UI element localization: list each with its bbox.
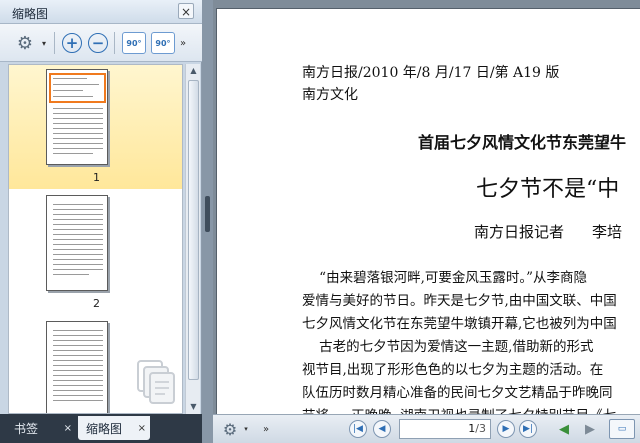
article-subheadline: 七夕节不是“中 xyxy=(476,177,620,202)
panel-splitter[interactable] xyxy=(202,0,213,443)
source-line: 南方日报/2010 年/8 月/17 日/第 A19 版 xyxy=(302,65,560,81)
back-arrow-icon[interactable]: ◀ xyxy=(553,420,575,438)
thumbnail-page-1[interactable]: 1 xyxy=(9,65,182,189)
scrollbar-handle[interactable] xyxy=(188,80,199,380)
splitter-grip[interactable] xyxy=(205,196,210,232)
document-view: 南方日报/2010 年/8 月/17 日/第 A19 版 南方文化 首届七夕风情… xyxy=(213,0,640,443)
article-headline: 首届七夕风情文化节东莞望牛 xyxy=(418,133,627,152)
panel-header: 缩略图 × xyxy=(0,0,202,24)
page-thumbnail-image xyxy=(46,195,108,291)
chevron-down-icon[interactable]: ▾ xyxy=(39,32,49,54)
total-pages: /3 xyxy=(475,422,486,435)
article-byline: 南方日报记者 李培 xyxy=(474,221,622,242)
forward-arrow-icon[interactable]: ▶ xyxy=(579,420,601,438)
thumbnail-page-number: 2 xyxy=(93,297,100,310)
pages-watermark-icon xyxy=(137,360,175,404)
tab-label: 缩略图 xyxy=(86,421,123,436)
last-page-button[interactable]: ▶| xyxy=(519,420,537,438)
thumbnail-panel: 缩略图 × ⚙ ▾ + − 90° 90° » 1 2 ▲ ▼ 书签 × 缩略图… xyxy=(0,0,202,443)
zoom-out-button[interactable]: − xyxy=(88,33,108,53)
paragraph-line: 古老的七夕节因为爱情这一主题,借助新的形式 xyxy=(302,339,594,355)
gear-icon[interactable]: ⚙ xyxy=(219,420,241,439)
paragraph-line: 节将。 正晚晚 湖南卫视也录制了七夕特别节目《七 xyxy=(302,404,616,414)
panel-tab-bar: 书签 × 缩略图 × xyxy=(0,414,202,443)
paragraph-line: “由来碧落银河畔,可要金风玉露时。”从李商隐 xyxy=(302,270,588,286)
close-icon[interactable]: × xyxy=(64,423,72,434)
tab-bookmarks[interactable]: 书签 × xyxy=(4,416,76,440)
panel-title: 缩略图 xyxy=(12,7,49,21)
close-icon[interactable]: × xyxy=(138,423,146,434)
next-page-button[interactable]: ▶ xyxy=(497,420,515,438)
rotate-left-button[interactable]: 90° xyxy=(122,32,146,54)
scroll-down-icon[interactable]: ▼ xyxy=(186,400,201,414)
paragraph-line: 爱情与美好的节日。昨天是七夕节,由中国文联、中国 xyxy=(302,293,617,309)
toolbar-divider xyxy=(54,32,55,54)
thumbnail-scrollbar[interactable]: ▲ ▼ xyxy=(185,64,200,414)
paragraph-line: 七夕风情文化节在东莞望牛墩镇开幕,它也被列为中国 xyxy=(302,316,617,332)
section-name: 南方文化 xyxy=(302,87,358,103)
thumbnail-page-number: 1 xyxy=(93,171,100,184)
paragraph-line: 视节目,出现了形形色色的以七夕为主题的活动。在 xyxy=(302,362,604,378)
byline-outlet: 南方日报记者 xyxy=(474,223,565,241)
tab-label: 书签 xyxy=(14,421,39,436)
page-navigation-bar: ⚙ ▾ » |◀ ◀ 1/3 ▶ ▶| ◀ ▶ ▭ xyxy=(213,414,640,443)
page-thumbnail-image xyxy=(46,69,108,165)
chevron-down-icon[interactable]: ▾ xyxy=(242,420,250,438)
more-options-icon[interactable]: » xyxy=(178,32,188,54)
document-page: 南方日报/2010 年/8 月/17 日/第 A19 版 南方文化 首届七夕风情… xyxy=(216,8,640,414)
rotate-right-button[interactable]: 90° xyxy=(151,32,175,54)
paragraph-line: 队伍历时数月精心准备的民间七夕文艺精品于昨晚同 xyxy=(302,385,613,401)
page-number-input[interactable]: 1/3 xyxy=(399,419,491,439)
gear-icon[interactable]: ⚙ xyxy=(12,32,38,54)
first-page-button[interactable]: |◀ xyxy=(349,420,367,438)
page-layout-button[interactable]: ▭ xyxy=(609,419,635,439)
thumbnail-page-2[interactable]: 2 xyxy=(9,193,182,317)
previous-page-button[interactable]: ◀ xyxy=(373,420,391,438)
toolbar-divider xyxy=(114,32,115,54)
tab-thumbnails[interactable]: 缩略图 × xyxy=(78,416,150,440)
thumbnail-toolbar: ⚙ ▾ + − 90° 90° » xyxy=(0,24,202,62)
more-options-icon[interactable]: » xyxy=(261,420,271,438)
page-thumbnail-image xyxy=(46,321,108,413)
scroll-up-icon[interactable]: ▲ xyxy=(186,64,201,78)
zoom-in-button[interactable]: + xyxy=(62,33,82,53)
panel-close-button[interactable]: × xyxy=(178,3,194,19)
byline-author: 李培 xyxy=(592,223,623,241)
